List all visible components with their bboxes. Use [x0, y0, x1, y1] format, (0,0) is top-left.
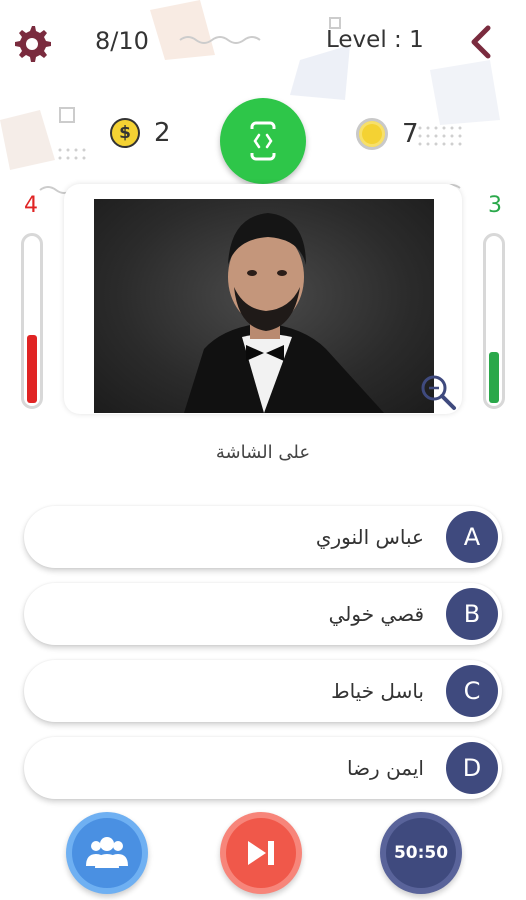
left-gauge-fill	[27, 335, 37, 403]
settings-gear-icon[interactable]	[10, 20, 54, 64]
answer-letter-badge: D	[446, 742, 498, 794]
answer-text: عباس النوري	[315, 525, 424, 549]
phone-code-icon	[249, 121, 277, 161]
answer-option-d[interactable]: ايمن رضا D	[24, 737, 502, 799]
question-photo	[94, 199, 434, 413]
skip-question-button[interactable]	[220, 812, 302, 894]
question-hint: على الشاشة	[215, 442, 311, 463]
right-gauge-value: 3	[488, 193, 502, 218]
answer-text: باسل خياط	[331, 679, 424, 703]
hint-phone-button[interactable]	[220, 98, 306, 184]
answer-option-a[interactable]: عباس النوري A	[24, 506, 502, 568]
gold-coin-icon	[356, 118, 388, 150]
fifty-fifty-label: 50:50	[393, 843, 449, 863]
coin-counter: 7	[356, 118, 419, 150]
answer-text: قصي خولي	[328, 602, 424, 626]
answer-option-c[interactable]: باسل خياط C	[24, 660, 502, 722]
zoom-magnifier-icon[interactable]	[418, 372, 458, 412]
audience-group-icon	[86, 837, 128, 868]
left-gauge	[21, 233, 43, 409]
question-progress: 8/10	[95, 27, 149, 55]
level-indicator: Level : 1	[326, 27, 424, 53]
cash-counter: $ 2	[110, 118, 171, 148]
skip-next-icon	[248, 841, 274, 865]
answer-letter-badge: C	[446, 665, 498, 717]
dollar-coin-icon: $	[110, 118, 140, 148]
answer-letter-badge: A	[446, 511, 498, 563]
coin-count: 7	[402, 119, 419, 149]
person-silhouette	[184, 213, 384, 413]
right-gauge	[483, 233, 505, 409]
answer-option-b[interactable]: قصي خولي B	[24, 583, 502, 645]
answer-letter-badge: B	[446, 588, 498, 640]
answer-text: ايمن رضا	[346, 756, 424, 780]
right-gauge-fill	[489, 352, 499, 403]
fifty-fifty-button[interactable]: 50:50	[380, 812, 462, 894]
ask-audience-button[interactable]	[66, 812, 148, 894]
left-gauge-value: 4	[24, 193, 38, 218]
cash-count: 2	[154, 118, 171, 148]
back-arrow-icon[interactable]	[462, 22, 502, 62]
